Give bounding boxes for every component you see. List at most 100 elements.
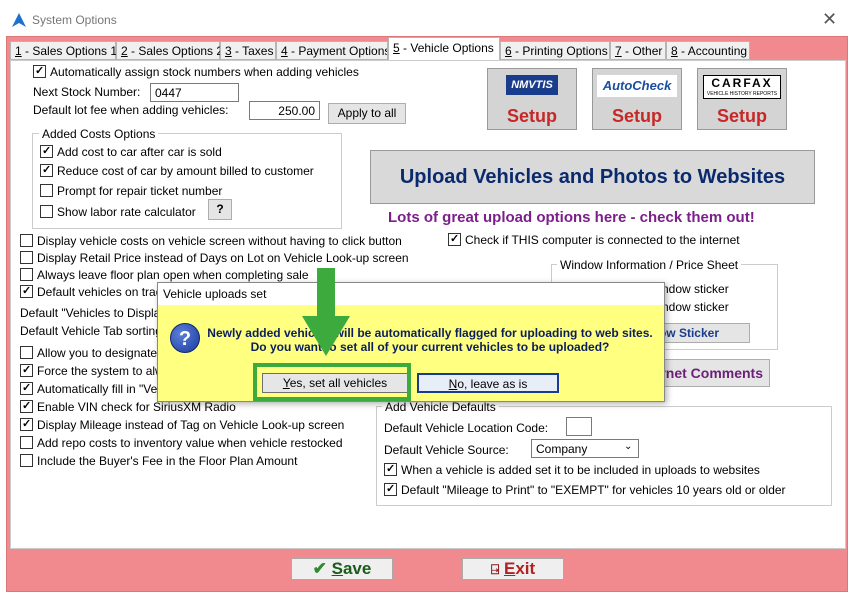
nmvtis-setup-button[interactable]: NMVTIS Setup: [487, 68, 577, 130]
checkbox-box[interactable]: [20, 400, 33, 413]
no-key: N: [448, 377, 458, 391]
floor-plan-open-checkbox[interactable]: Always leave floor plan open when comple…: [20, 268, 309, 282]
checkbox-label: Display Mileage instead of Tag on Vehicl…: [37, 418, 345, 432]
checkbox-box[interactable]: [33, 65, 46, 78]
checkbox-label: Reduce cost of car by amount billed to c…: [57, 164, 314, 178]
location-code-input[interactable]: [566, 417, 592, 436]
tab-printing-options[interactable]: 6 - Printing Options: [500, 41, 610, 60]
vehicle-source-select[interactable]: Company ⌄: [531, 439, 639, 458]
checkbox-box[interactable]: [40, 164, 53, 177]
checkbox-label: Check if THIS computer is connected to t…: [465, 233, 740, 247]
no-leave-button[interactable]: No, leave as is: [417, 373, 559, 393]
display-mileage-checkbox[interactable]: Display Mileage instead of Tag on Vehicl…: [20, 418, 344, 432]
reduce-cost-checkbox[interactable]: Reduce cost of car by amount billed to c…: [40, 164, 314, 178]
checkbox-box[interactable]: [20, 364, 33, 377]
checkbox-box[interactable]: [20, 418, 33, 431]
auto-fill-checkbox[interactable]: Automatically fill in "Ve: [20, 382, 157, 396]
exit-door-icon: ⍈: [490, 561, 500, 577]
tab-taxes[interactable]: 3 - Taxes: [220, 41, 276, 60]
display-retail-price-checkbox[interactable]: Display Retail Price instead of Days on …: [20, 251, 409, 265]
location-code-label: Default Vehicle Location Code:: [384, 421, 549, 435]
mileage-exempt-checkbox[interactable]: Default "Mileage to Print" to "EXEMPT" f…: [384, 483, 786, 497]
tab-accounting[interactable]: 8 - Accounting: [666, 41, 750, 60]
annotation-highlight: [253, 363, 411, 401]
buyers-fee-checkbox[interactable]: Include the Buyer's Fee in the Floor Pla…: [20, 454, 297, 468]
exit-button[interactable]: ⍈ Exit: [462, 558, 564, 580]
tab-sales-options-2[interactable]: 2 - Sales Options 2: [116, 41, 223, 60]
labor-rate-checkbox[interactable]: Show labor rate calculator: [40, 205, 196, 219]
upload-vehicles-button[interactable]: Upload Vehicles and Photos to Websites: [370, 150, 815, 204]
tab-label: - Other: [621, 44, 663, 58]
help-button[interactable]: ?: [208, 199, 232, 220]
tab-label: - Vehicle Options: [399, 41, 494, 55]
checkmark-icon: ✔: [312, 559, 327, 578]
close-icon[interactable]: ✕: [822, 9, 837, 30]
tab-payment-options[interactable]: 4 - Payment Options: [276, 41, 388, 60]
dialog-message: Newly added vehicles will be automatical…: [206, 326, 654, 354]
added-costs-legend: Added Costs Options: [39, 127, 159, 141]
checkbox-box[interactable]: [20, 436, 33, 449]
carfax-setup-button[interactable]: CARFAX VEHICLE HISTORY REPORTS Setup: [697, 68, 787, 130]
checkbox-box[interactable]: [20, 454, 33, 467]
apply-to-all-button[interactable]: Apply to all: [328, 103, 406, 124]
tab-other[interactable]: 7 - Other: [610, 41, 666, 60]
promo-text: Lots of great upload options here - chec…: [388, 209, 755, 226]
carfax-wordmark: CARFAX: [711, 76, 773, 90]
checkbox-box[interactable]: [40, 184, 53, 197]
checkbox-box[interactable]: [384, 483, 397, 496]
checkbox-box[interactable]: [20, 234, 33, 247]
next-stock-input[interactable]: 0447: [150, 83, 239, 102]
checkbox-label: Default "Mileage to Print" to "EXEMPT" f…: [401, 483, 786, 497]
add-cost-after-sold-checkbox[interactable]: Add cost to car after car is sold: [40, 145, 222, 159]
checkbox-label: Automatically fill in "Ve: [37, 382, 158, 396]
lot-fee-label: Default lot fee when adding vehicles:: [33, 103, 229, 117]
checkbox-label: Automatically assign stock numbers when …: [50, 65, 359, 79]
checkbox-box[interactable]: [20, 285, 33, 298]
checkbox-box[interactable]: [448, 233, 461, 246]
nmvtis-logo: NMVTIS: [506, 75, 558, 95]
save-key: S: [331, 559, 343, 578]
checkbox-box[interactable]: [20, 268, 33, 281]
carfax-logo: CARFAX VEHICLE HISTORY REPORTS: [703, 75, 781, 99]
checkbox-box[interactable]: [384, 463, 397, 476]
tab-label: - Printing Options: [511, 44, 608, 58]
default-display-label: Default "Vehicles to Displa: [20, 306, 161, 320]
tab-vehicle-options[interactable]: 5 - Vehicle Options: [388, 37, 500, 61]
tab-key: 2: [121, 44, 128, 58]
internet-check-checkbox[interactable]: Check if THIS computer is connected to t…: [448, 233, 740, 247]
window-title: System Options: [32, 13, 117, 27]
display-vehicle-costs-checkbox[interactable]: Display vehicle costs on vehicle screen …: [20, 234, 402, 248]
tab-key: 1: [15, 44, 22, 58]
include-in-uploads-checkbox[interactable]: When a vehicle is added set it to be inc…: [384, 463, 760, 477]
window-sticker-line-1: ndow sticker: [662, 282, 729, 296]
checkbox-box[interactable]: [20, 251, 33, 264]
checkbox-box[interactable]: [20, 382, 33, 395]
setup-label: Setup: [611, 106, 662, 126]
checkbox-box[interactable]: [40, 145, 53, 158]
exit-key: E: [503, 559, 516, 578]
tab-sales-options-1[interactable]: 1 - Sales Options 1: [10, 41, 117, 60]
checkbox-box[interactable]: [20, 346, 33, 359]
checkbox-label: Enable VIN check for SiriusXM Radio: [37, 400, 236, 414]
tab-key: 8: [671, 44, 678, 58]
checkbox-label: Prompt for repair ticket number: [57, 184, 223, 198]
vin-check-siriusxm-checkbox[interactable]: Enable VIN check for SiriusXM Radio: [20, 400, 236, 414]
auto-stock-checkbox[interactable]: Automatically assign stock numbers when …: [33, 65, 359, 79]
repo-costs-checkbox[interactable]: Add repo costs to inventory value when v…: [20, 436, 343, 450]
annotation-arrow-icon: [302, 268, 350, 356]
setup-label: Setup: [506, 106, 557, 126]
next-stock-label: Next Stock Number:: [33, 85, 141, 99]
chevron-down-icon: ⌄: [624, 441, 633, 452]
allow-designate-checkbox[interactable]: Allow you to designate: [20, 346, 157, 360]
autocheck-setup-button[interactable]: AutoCheck Setup: [592, 68, 682, 130]
save-button[interactable]: ✔ Save: [291, 558, 393, 580]
checkbox-box[interactable]: [40, 205, 53, 218]
prompt-repair-ticket-checkbox[interactable]: Prompt for repair ticket number: [40, 184, 222, 198]
force-system-checkbox[interactable]: Force the system to alw: [20, 364, 164, 378]
lot-fee-input[interactable]: 250.00: [249, 101, 320, 120]
default-vehicles-trade-checkbox[interactable]: Default vehicles on trad: [20, 285, 162, 299]
checkbox-label: Allow you to designate: [37, 346, 158, 360]
add-defaults-legend: Add Vehicle Defaults: [382, 400, 499, 414]
tab-key: 6: [505, 44, 512, 58]
tab-key: 7: [615, 44, 622, 58]
